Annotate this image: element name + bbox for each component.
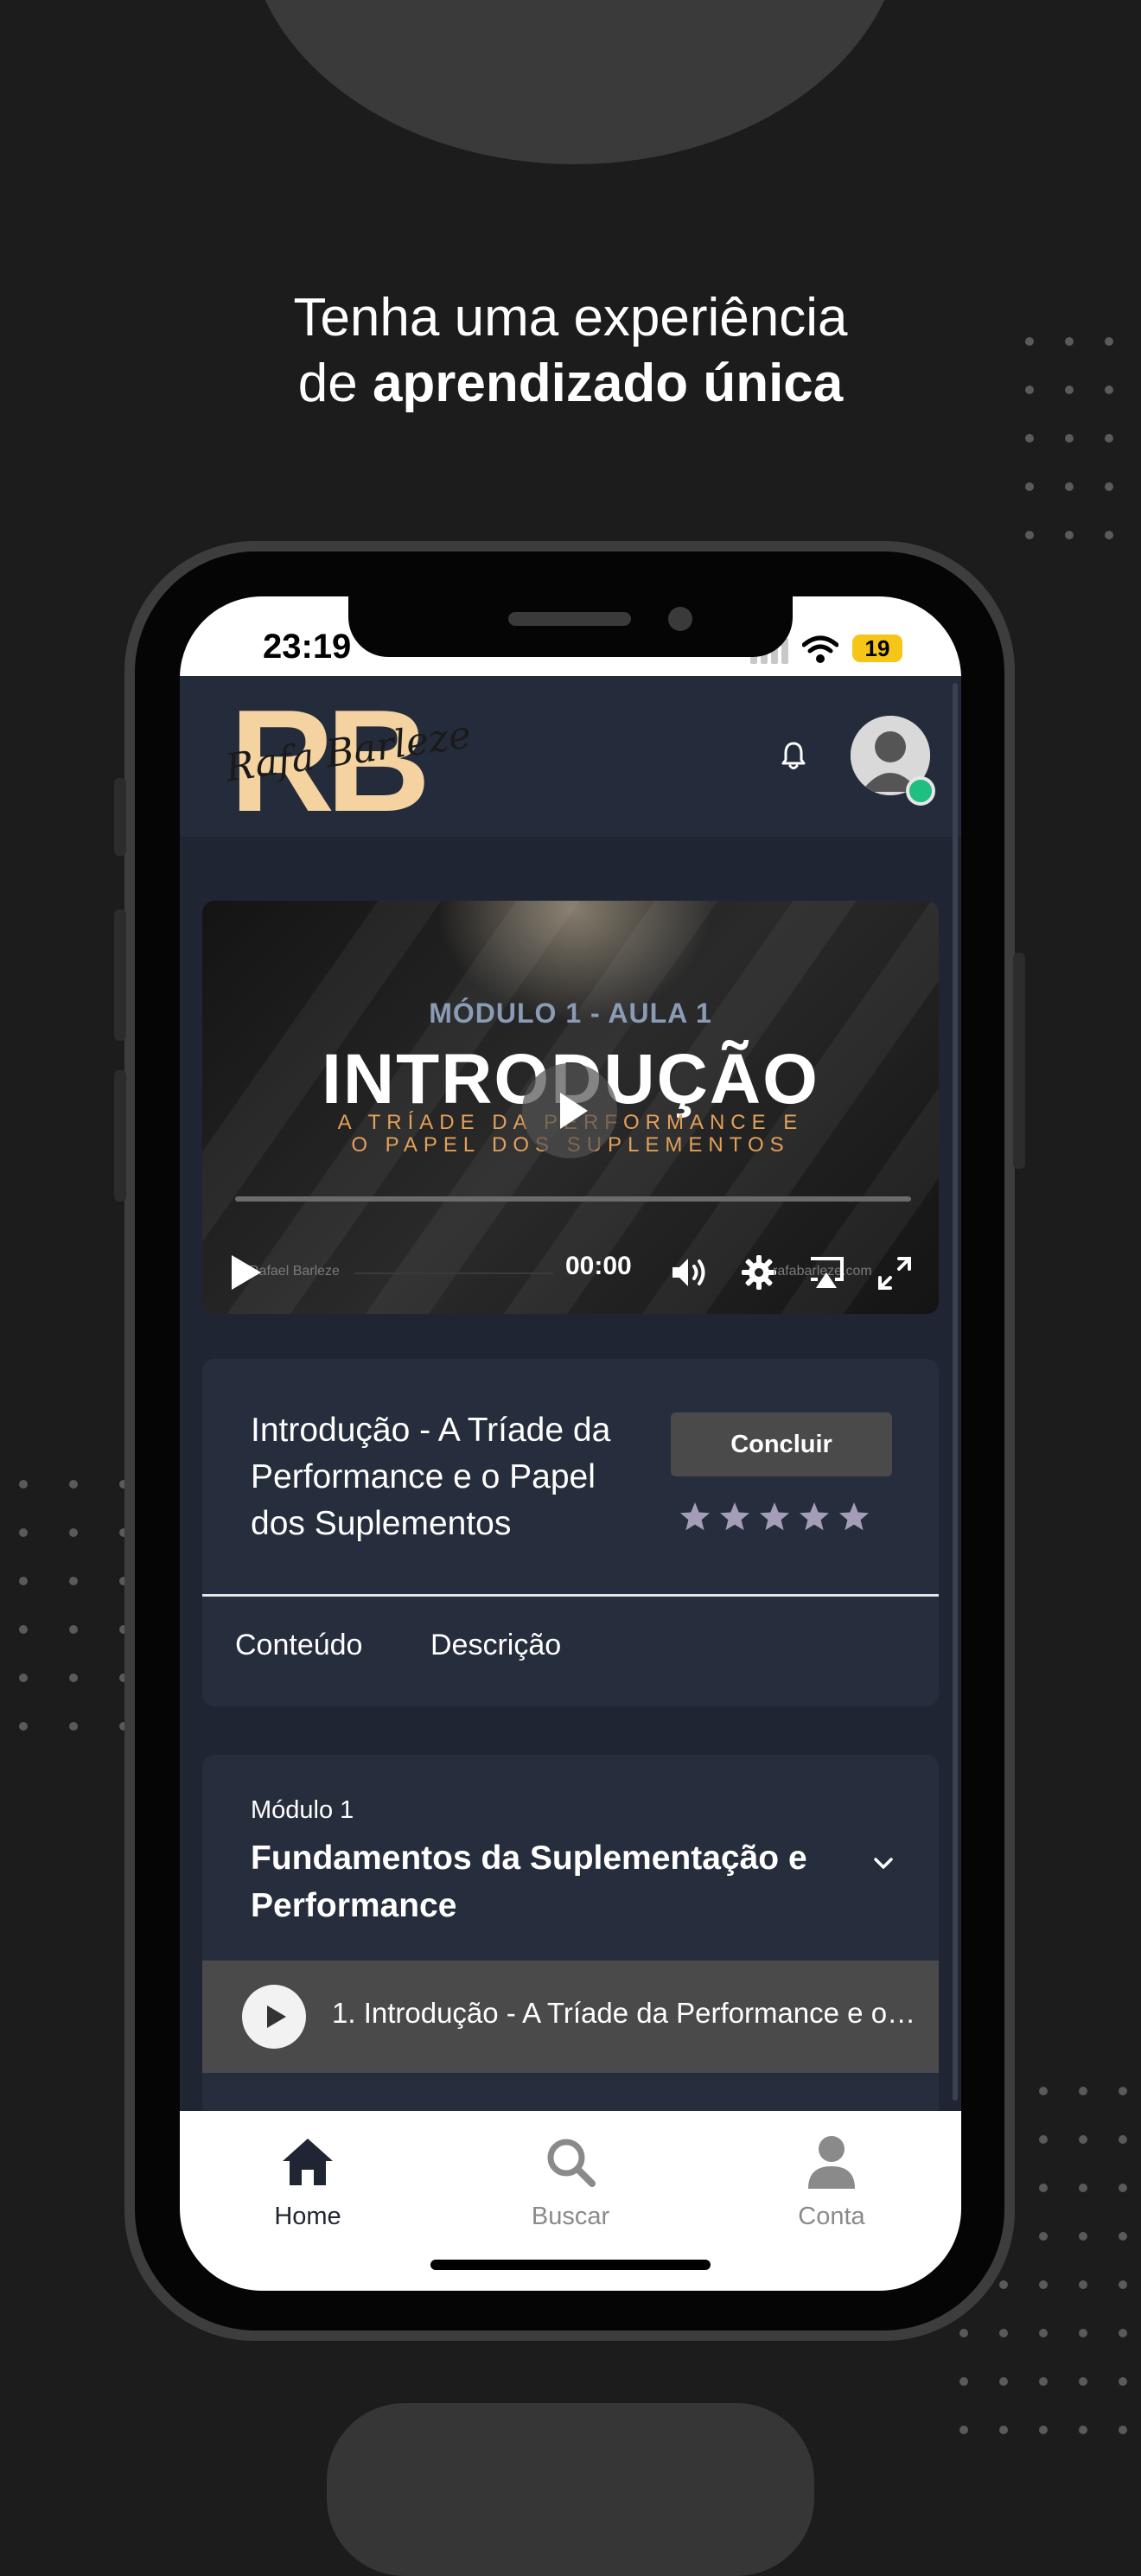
notch-speaker xyxy=(508,612,631,626)
notification-bell-icon[interactable] xyxy=(776,738,811,773)
nav-account[interactable]: Conta xyxy=(745,2132,918,2231)
home-indicator[interactable] xyxy=(430,2260,711,2270)
play-icon xyxy=(560,1093,588,1129)
brand-logo[interactable]: RB Rafa Barleze xyxy=(209,679,474,842)
marketing-headline: Tenha uma experiência de aprendizado úni… xyxy=(0,285,1141,417)
headline-line-1: Tenha uma experiência xyxy=(293,288,848,348)
video-controls: Rafael Barleze 00:00 rafabarleze.com xyxy=(202,1247,939,1298)
user-icon xyxy=(808,2136,855,2189)
lesson-title: Introdução - A Tríade da Performance e o… xyxy=(251,1412,611,1542)
module-label: Módulo 1 xyxy=(251,1796,354,1824)
lesson-rating[interactable] xyxy=(679,1501,870,1540)
chevron-down-icon[interactable] xyxy=(871,1852,896,1876)
headline-prefix: de xyxy=(297,354,373,413)
lesson-play-button[interactable] xyxy=(242,1985,306,2049)
lesson-list-label: 1. Introdução - A Tríade da Performance … xyxy=(332,1997,920,2029)
video-player[interactable]: MÓDULO 1 - AULA 1 INTRODUÇÃO A TRÍADE DA… xyxy=(202,901,939,1314)
phone-screen: 23:19 19 RB Rafa Barleze MÓDULO 1 - AULA… xyxy=(180,596,961,2291)
notch-camera xyxy=(668,607,692,631)
phone-silent-switch xyxy=(114,778,126,856)
airplay-icon[interactable] xyxy=(807,1255,845,1291)
play-control-icon[interactable] xyxy=(228,1253,263,1291)
app-header: RB Rafa Barleze xyxy=(180,676,961,842)
phone-power-button xyxy=(1013,953,1025,1169)
nav-home[interactable]: Home xyxy=(221,2132,394,2231)
tab-descricao[interactable]: Descrição xyxy=(430,1629,561,1662)
nav-home-label: Home xyxy=(274,2203,341,2230)
play-icon xyxy=(267,2005,286,2028)
video-progress-bar[interactable] xyxy=(235,1196,911,1202)
battery-indicator: 19 xyxy=(852,634,902,662)
home-icon xyxy=(283,2139,333,2185)
tabs-divider xyxy=(202,1594,939,1597)
bottom-navigation: Home Buscar Conta xyxy=(180,2111,961,2291)
nav-search[interactable]: Buscar xyxy=(484,2132,657,2231)
status-time: 23:19 xyxy=(263,628,352,666)
content-scrollbar[interactable] xyxy=(953,683,958,2101)
rating-star-1 xyxy=(680,1502,710,1531)
seek-track[interactable] xyxy=(354,1272,553,1274)
nav-account-label: Conta xyxy=(798,2203,865,2230)
tab-conteudo[interactable]: Conteúdo xyxy=(235,1629,362,1662)
rating-star-3 xyxy=(760,1502,789,1531)
rating-star-5 xyxy=(839,1502,869,1531)
nav-search-label: Buscar xyxy=(531,2203,610,2230)
rating-star-2 xyxy=(720,1502,749,1531)
phone-volume-down xyxy=(114,1070,126,1202)
wifi-icon xyxy=(802,635,838,663)
video-module-label: MÓDULO 1 - AULA 1 xyxy=(429,998,712,1029)
headline-bold: aprendizado única xyxy=(372,354,844,413)
volume-icon[interactable] xyxy=(669,1255,712,1290)
big-play-button[interactable] xyxy=(522,1063,617,1158)
module-title[interactable]: Fundamentos da Suplementação e Performan… xyxy=(251,1834,813,1929)
lesson-info-card: Introdução - A Tríade da Performance e o… xyxy=(202,1359,939,1706)
fullscreen-icon[interactable] xyxy=(876,1255,913,1291)
decorative-circle-top xyxy=(246,0,903,164)
headline-line-2: de aprendizado única xyxy=(0,351,1141,417)
phone-volume-up xyxy=(114,909,126,1041)
online-status-dot xyxy=(906,776,935,806)
search-icon xyxy=(547,2139,596,2187)
complete-lesson-button[interactable]: Concluir xyxy=(671,1412,892,1476)
rating-star-4 xyxy=(800,1502,829,1531)
lesson-list-item[interactable]: 1. Introdução - A Tríade da Performance … xyxy=(202,1961,939,2073)
video-time: 00:00 xyxy=(565,1252,632,1280)
decorative-pill-bottom xyxy=(327,2403,814,2576)
phone-notch xyxy=(348,596,793,657)
